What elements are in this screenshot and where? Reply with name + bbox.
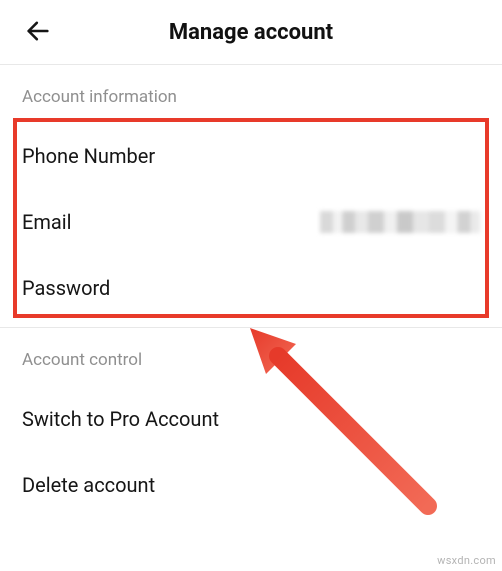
header-bar: Manage account [0, 0, 502, 64]
row-delete-account[interactable]: Delete account [22, 452, 480, 518]
row-label-delete-account: Delete account [22, 473, 155, 497]
section-header-account-information: Account information [22, 65, 480, 123]
section-header-account-control: Account control [22, 328, 480, 386]
row-switch-to-pro[interactable]: Switch to Pro Account [22, 386, 480, 452]
watermark: wsxdn.com [437, 554, 496, 567]
page-title: Manage account [18, 20, 484, 45]
row-label-phone-number: Phone Number [22, 144, 155, 168]
row-password[interactable]: Password [22, 255, 480, 321]
row-value-email-redacted [320, 211, 480, 233]
row-label-switch-to-pro: Switch to Pro Account [22, 407, 219, 431]
row-email[interactable]: Email [22, 189, 480, 255]
back-button[interactable] [18, 11, 58, 54]
row-label-password: Password [22, 276, 110, 300]
row-label-email: Email [22, 210, 72, 234]
row-phone-number[interactable]: Phone Number [22, 123, 480, 189]
arrow-left-icon [24, 17, 52, 48]
section-account-information: Account information Phone Number Email P… [0, 65, 502, 321]
section-account-control: Account control Switch to Pro Account De… [0, 328, 502, 518]
